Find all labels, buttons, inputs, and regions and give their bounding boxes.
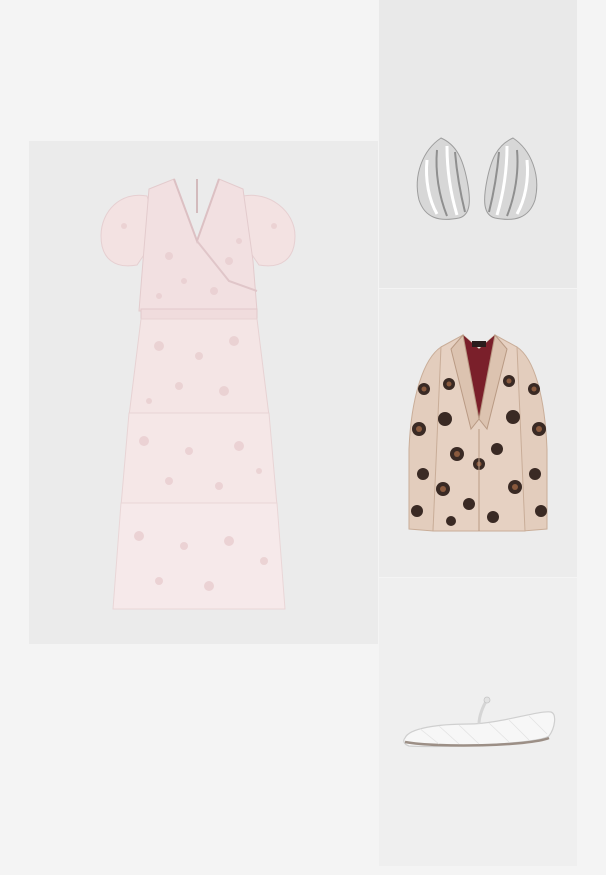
outfit-collage: { "collage": { "background": "#f4f4f4", … [0, 0, 606, 875]
dress-image [100, 178, 296, 610]
flats-image [403, 696, 556, 748]
dress-product-tile[interactable] [29, 141, 378, 644]
earrings-product-tile[interactable] [379, 0, 577, 288]
blazer-image [408, 333, 548, 532]
earrings-image [416, 137, 538, 220]
flats-product-tile[interactable] [379, 578, 577, 866]
blazer-product-tile[interactable] [379, 289, 577, 577]
